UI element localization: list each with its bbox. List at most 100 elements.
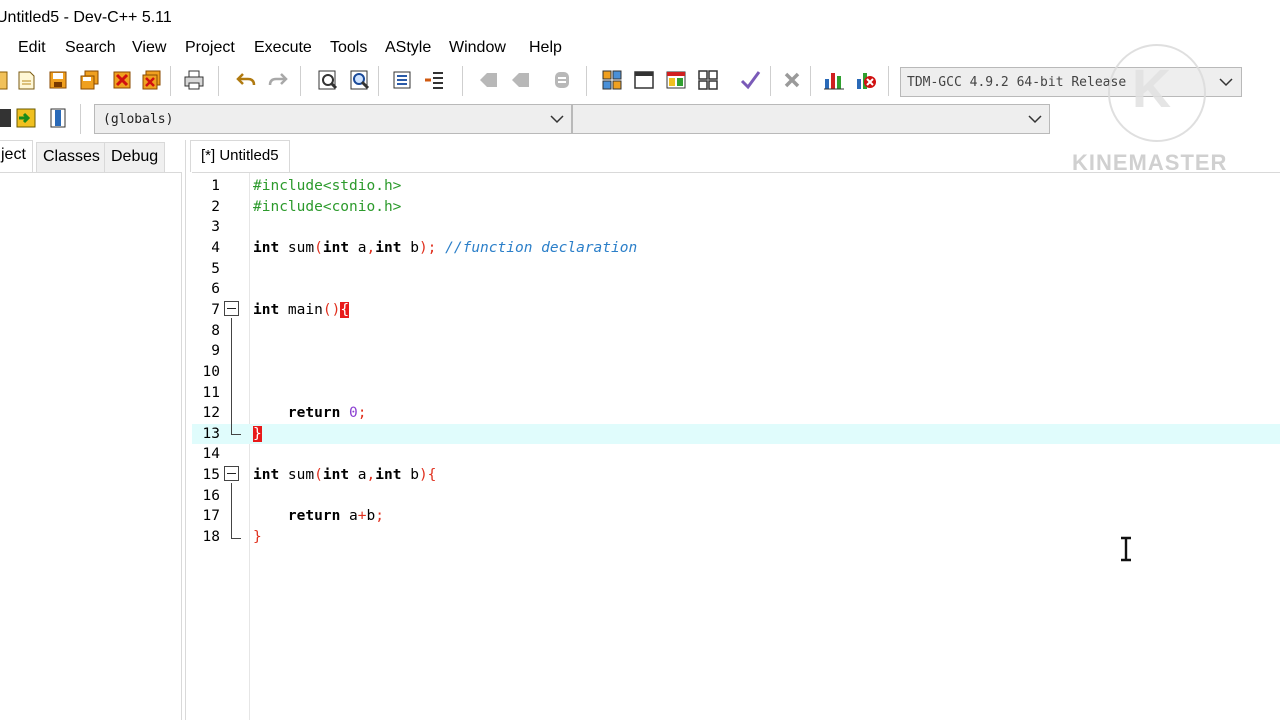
scope-select[interactable]: (globals)	[94, 104, 572, 134]
menu-help[interactable]: Help	[529, 39, 562, 57]
menu-tools[interactable]: Tools	[330, 39, 367, 57]
print-icon[interactable]	[182, 68, 206, 92]
line-number: 13	[202, 425, 220, 442]
fold-guide-end	[231, 538, 241, 539]
toolbar-separator	[218, 66, 220, 96]
menu-project[interactable]: Project	[185, 39, 235, 57]
new-project-icon[interactable]	[600, 68, 624, 92]
code-line[interactable]: 5	[192, 259, 1280, 280]
code-text: int main(){	[253, 301, 350, 318]
indent-icon[interactable]	[390, 68, 414, 92]
close-all-icon[interactable]	[140, 68, 164, 92]
unindent-icon[interactable]	[422, 68, 446, 92]
code-line[interactable]: 10	[192, 362, 1280, 383]
code-text: int sum(int a,int b); //function declara…	[253, 239, 638, 256]
code-line[interactable]: 3	[192, 217, 1280, 238]
line-number: 5	[211, 260, 220, 277]
menu-view[interactable]: View	[132, 39, 166, 57]
chevron-down-icon	[550, 115, 564, 124]
save-all-icon[interactable]	[78, 68, 102, 92]
fold-collapse-icon[interactable]	[224, 466, 239, 481]
toolbar-separator	[378, 66, 380, 96]
menu-bar: Edit Search View Project Execute Tools A…	[0, 36, 1280, 62]
code-text: int sum(int a,int b){	[253, 467, 437, 484]
remove-from-project-icon[interactable]	[46, 106, 70, 130]
undo-icon[interactable]	[234, 68, 258, 92]
toolbar-separator	[810, 66, 812, 96]
code-line[interactable]: 9	[192, 341, 1280, 362]
line-number: 4	[211, 239, 220, 256]
line-number: 11	[202, 384, 220, 401]
add-to-project-icon[interactable]	[14, 106, 38, 130]
close-file-icon[interactable]	[110, 68, 134, 92]
code-line[interactable]: 8	[192, 321, 1280, 342]
chevron-down-icon	[1028, 115, 1042, 124]
line-number: 7	[211, 301, 220, 318]
project-options-icon[interactable]	[664, 68, 688, 92]
profile-chart-icon[interactable]	[822, 68, 846, 92]
menu-astyle[interactable]: AStyle	[385, 39, 431, 57]
redo-icon[interactable]	[266, 68, 290, 92]
toolbar-separator	[300, 66, 302, 96]
compile-check-icon[interactable]	[738, 68, 762, 92]
insert-icon[interactable]	[0, 106, 14, 130]
menu-edit[interactable]: Edit	[18, 39, 46, 57]
code-line[interactable]: 2 #include<conio.h>	[192, 197, 1280, 218]
goto-line-icon[interactable]	[550, 68, 574, 92]
line-number: 6	[211, 281, 220, 298]
goto-bookmark-icon[interactable]	[508, 68, 532, 92]
compiler-select-value: TDM-GCC 4.9.2 64-bit Release	[907, 75, 1127, 90]
save-icon[interactable]	[46, 68, 70, 92]
line-number: 14	[202, 446, 220, 463]
kinemaster-watermark: KINEMASTER	[1072, 150, 1228, 175]
code-editor[interactable]: 1 #include<stdio.h> 2 #include<conio.h> 3 4 in…	[192, 172, 1280, 720]
code-text: }	[253, 425, 262, 442]
code-line[interactable]: 12 return 0;	[192, 403, 1280, 424]
delete-profile-icon[interactable]	[854, 68, 878, 92]
line-number: 9	[211, 343, 220, 360]
fold-collapse-icon[interactable]	[224, 301, 239, 316]
text-cursor-icon	[1121, 536, 1131, 562]
code-line[interactable]: 13}	[192, 423, 1280, 445]
replace-icon[interactable]	[348, 68, 372, 92]
window-title: Untitled5 - Dev-C++ 5.11	[0, 9, 172, 26]
find-icon[interactable]	[316, 68, 340, 92]
code-text: #include<conio.h>	[253, 198, 402, 215]
tab-classes[interactable]: Classes	[36, 142, 107, 172]
code-line[interactable]: 16	[192, 486, 1280, 507]
stop-execution-icon[interactable]	[780, 68, 804, 92]
code-line[interactable]: 4 int sum(int a,int b); //function declar…	[192, 238, 1280, 259]
project-tree[interactable]	[0, 172, 182, 720]
code-line[interactable]: 17 return a+b;	[192, 506, 1280, 527]
function-select[interactable]	[572, 104, 1050, 134]
menu-execute[interactable]: Execute	[254, 39, 312, 57]
tab-project[interactable]: ject	[0, 140, 33, 172]
code-line[interactable]: 14	[192, 444, 1280, 465]
editor-tab-untitled5[interactable]: [*] Untitled5	[190, 140, 290, 172]
code-line[interactable]: 18}	[192, 527, 1280, 548]
open-file-icon[interactable]	[14, 68, 38, 92]
code-text: return a+b;	[287, 508, 384, 525]
classes-view-icon[interactable]	[696, 68, 720, 92]
new-file-icon[interactable]	[0, 68, 12, 92]
code-line[interactable]: 1 #include<stdio.h>	[192, 176, 1280, 197]
toggle-bookmark-icon[interactable]	[476, 68, 500, 92]
line-number: 10	[202, 363, 220, 380]
code-line[interactable]: 6	[192, 279, 1280, 300]
kinemaster-logo-letter: K	[1132, 59, 1171, 119]
menu-window[interactable]: Window	[449, 39, 506, 57]
toolbar-separator	[80, 104, 82, 134]
code-text: #include<stdio.h>	[253, 178, 402, 194]
tab-debug[interactable]: Debug	[104, 142, 166, 172]
code-line[interactable]: 7 int main(){	[192, 300, 1280, 321]
window-icon[interactable]	[632, 68, 656, 92]
toolbar-separator	[586, 66, 588, 96]
code-line[interactable]: 11	[192, 383, 1280, 404]
main-toolbar: TDM-GCC 4.9.2 64-bit Release	[0, 62, 1280, 100]
toolbar-separator	[888, 66, 890, 96]
code-line[interactable]: 15 int sum(int a,int b){	[192, 465, 1280, 486]
menu-search[interactable]: Search	[65, 39, 116, 57]
secondary-toolbar: (globals)	[0, 100, 1280, 138]
chevron-down-icon	[1219, 78, 1233, 87]
code-text: return 0;	[287, 405, 367, 422]
